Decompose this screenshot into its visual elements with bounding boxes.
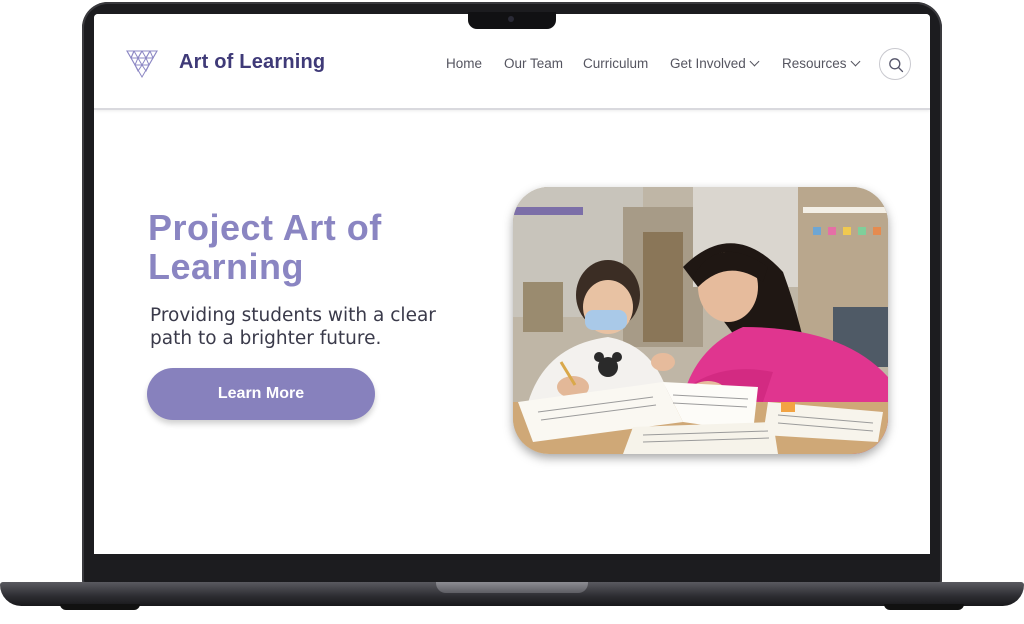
search-icon xyxy=(889,58,904,73)
nav-our-team-label: Our Team xyxy=(504,56,564,71)
nav-resources[interactable]: Resources xyxy=(782,56,860,71)
nav-curriculum[interactable]: Curriculum xyxy=(583,56,648,71)
students-studying-image xyxy=(513,187,888,454)
laptop-screen: Art of Learning Home Our Team Curriculum… xyxy=(94,14,930,554)
camera-notch xyxy=(468,12,556,29)
laptop-foot-right xyxy=(884,604,964,610)
learn-more-button[interactable]: Learn More xyxy=(147,368,375,420)
camera-icon xyxy=(508,16,514,22)
hero-photo xyxy=(513,187,888,454)
nav-curriculum-label: Curriculum xyxy=(583,56,649,71)
hero-title: Project Art of Learning xyxy=(148,207,382,287)
hero-subtitle: Providing students with a clear path to … xyxy=(150,305,436,349)
nav-resources-label: Resources xyxy=(782,56,847,71)
nav-home-label: Home xyxy=(446,56,483,71)
nav-our-team[interactable]: Our Team xyxy=(504,56,563,71)
search-button[interactable] xyxy=(879,48,911,80)
nav-get-involved-label: Get Involved xyxy=(670,56,746,71)
geodesic-shield-icon[interactable] xyxy=(126,48,158,78)
chevron-down-icon xyxy=(749,56,760,67)
laptop-opening-notch xyxy=(436,582,588,593)
nav-home[interactable]: Home xyxy=(446,56,482,71)
chevron-down-icon xyxy=(850,56,860,67)
brand-name[interactable]: Art of Learning xyxy=(179,51,325,74)
laptop-foot-left xyxy=(60,604,140,610)
nav-get-involved[interactable]: Get Involved xyxy=(670,56,760,71)
